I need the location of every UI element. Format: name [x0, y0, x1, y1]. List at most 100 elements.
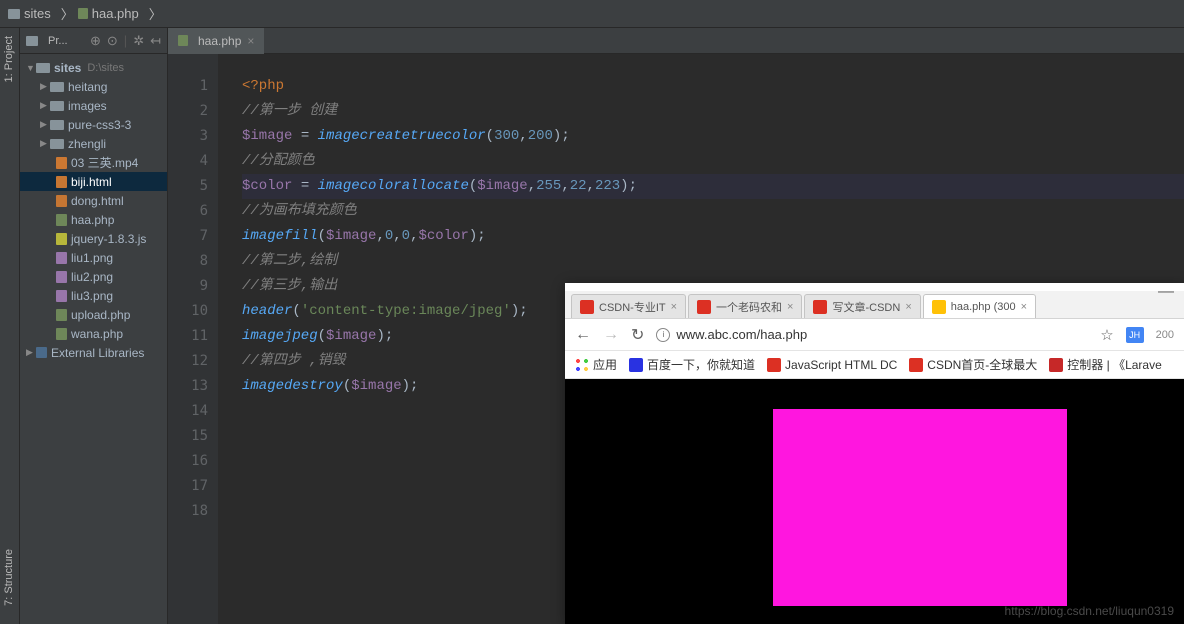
breadcrumb-file[interactable]: haa.php [92, 6, 139, 21]
file-icon [56, 176, 67, 188]
bookmark-item[interactable]: 控制器 | 《Larave [1049, 356, 1161, 373]
folder-label: zhengli [68, 137, 106, 151]
tree-file[interactable]: haa.php [20, 210, 167, 229]
tree-file[interactable]: upload.php [20, 305, 167, 324]
close-icon[interactable]: × [247, 34, 254, 48]
tree-folder[interactable]: ▶ heitang [20, 77, 167, 96]
favicon-icon [580, 300, 594, 314]
php-file-icon [178, 35, 188, 46]
collapse-icon[interactable]: ⊕ [90, 33, 101, 49]
tree-file[interactable]: wana.php [20, 324, 167, 343]
profile-badge[interactable]: JH [1126, 327, 1144, 343]
code-comment: //第四步 ,销毁 [242, 353, 346, 369]
code-comment: //第三步,输出 [242, 278, 337, 294]
file-label: jquery-1.8.3.js [71, 232, 146, 246]
back-button[interactable]: ← [575, 326, 591, 344]
tree-root[interactable]: ▼ sites D:\sites [20, 58, 167, 77]
project-tree: ▼ sites D:\sites ▶ heitang ▶ images ▶ pure-cs… [20, 54, 167, 366]
browser-tabstrip: CSDN-专业IT×一个老码农和×写文章-CSDN×haa.php (300× [565, 291, 1184, 319]
forward-button[interactable]: → [603, 326, 619, 344]
file-icon [56, 309, 67, 321]
file-label: upload.php [71, 308, 130, 322]
url-field[interactable]: i www.abc.com/haa.php [656, 327, 1088, 342]
code-comment: //为画布填充颜色 [242, 203, 357, 219]
close-icon[interactable]: × [671, 301, 677, 313]
editor-tab[interactable]: haa.php × [168, 28, 264, 54]
tab-title: haa.php (300 [951, 301, 1016, 313]
external-libs-label: External Libraries [51, 346, 144, 360]
folder-label: heitang [68, 80, 107, 94]
rendered-image [773, 409, 1067, 606]
file-icon [56, 233, 67, 245]
browser-tab[interactable]: 写文章-CSDN× [804, 294, 920, 318]
bookmark-item[interactable]: 百度一下，你就知道 [629, 356, 755, 373]
file-label: dong.html [71, 194, 124, 208]
browser-tab[interactable]: haa.php (300 × [923, 294, 1036, 318]
folder-label: pure-css3-3 [68, 118, 131, 132]
project-label: Pr... [48, 35, 68, 47]
browser-tab[interactable]: 一个老码农和× [688, 294, 802, 318]
code-token: <?php [242, 78, 284, 94]
reload-button[interactable]: ↻ [631, 325, 644, 345]
close-icon[interactable]: × [1021, 301, 1027, 313]
tree-file[interactable]: jquery-1.8.3.js [20, 229, 167, 248]
tree-file[interactable]: liu2.png [20, 267, 167, 286]
code-comment: //分配颜色 [242, 153, 315, 169]
breadcrumb-root[interactable]: sites [24, 6, 51, 21]
expand-arrow-icon[interactable]: ▶ [26, 347, 36, 358]
expand-arrow-icon[interactable]: ▶ [40, 138, 50, 149]
expand-arrow-icon[interactable]: ▶ [40, 100, 50, 111]
file-label: wana.php [71, 327, 123, 341]
favicon-icon [1049, 358, 1063, 372]
bookmark-star-icon[interactable]: ☆ [1100, 326, 1113, 344]
tab-title: CSDN-专业IT [599, 299, 666, 315]
apps-button[interactable]: 应用 [575, 356, 617, 373]
file-label: liu3.png [71, 289, 113, 303]
file-label: liu2.png [71, 270, 113, 284]
browser-viewport: https://blog.csdn.net/liuqun0319 [565, 379, 1184, 624]
tree-file[interactable]: liu1.png [20, 248, 167, 267]
close-icon[interactable]: × [905, 301, 911, 313]
browser-tab[interactable]: CSDN-专业IT × [571, 294, 686, 318]
left-tool-rail: 1: Project 7: Structure [0, 28, 20, 624]
favicon-icon [813, 300, 827, 314]
tree-folder[interactable]: ▶ zhengli [20, 134, 167, 153]
project-tool-button[interactable]: 1: Project [0, 28, 18, 90]
tree-file[interactable]: biji.html [20, 172, 167, 191]
gear-icon[interactable]: ✲ [133, 33, 144, 49]
project-panel-header: Pr... ⊕ ⊙ | ✲ ↤ [20, 28, 167, 54]
expand-arrow-icon[interactable]: ▼ [26, 63, 36, 73]
tree-file[interactable]: 03 三英.mp4 [20, 153, 167, 172]
file-icon [56, 290, 67, 302]
folder-label: images [68, 99, 107, 113]
url-text: www.abc.com/haa.php [676, 327, 807, 342]
bookmark-item[interactable]: JavaScript HTML DC [767, 358, 897, 372]
bookmark-item[interactable]: CSDN首页-全球最大 [909, 356, 1037, 373]
bookmarks-bar: 应用 百度一下，你就知道 JavaScript HTML DC CSDN首页-全… [565, 351, 1184, 379]
tree-file[interactable]: liu3.png [20, 286, 167, 305]
tree-root-path: D:\sites [87, 62, 124, 74]
expand-arrow-icon[interactable]: ▶ [40, 81, 50, 92]
file-label: liu1.png [71, 251, 113, 265]
library-icon [36, 347, 47, 358]
chevron-right-icon: 〉 [61, 4, 74, 23]
external-libraries[interactable]: ▶ External Libraries [20, 343, 167, 362]
line-gutter: 123456789101112131415161718 [168, 54, 218, 624]
minimize-icon[interactable]: — [1156, 283, 1176, 291]
folder-icon [50, 139, 64, 149]
breadcrumb-bar: sites 〉 haa.php 〉 [0, 0, 1184, 28]
tree-folder[interactable]: ▶ pure-css3-3 [20, 115, 167, 134]
structure-tool-button[interactable]: 7: Structure [0, 541, 18, 614]
expand-arrow-icon[interactable]: ▶ [40, 119, 50, 130]
info-icon[interactable]: i [656, 328, 670, 342]
close-icon[interactable]: × [787, 301, 793, 313]
target-icon[interactable]: ⊙ [107, 33, 118, 49]
tree-folder[interactable]: ▶ images [20, 96, 167, 115]
hide-icon[interactable]: ↤ [150, 33, 161, 49]
apps-icon [575, 358, 589, 372]
folder-icon [50, 82, 64, 92]
browser-window: — CSDN-专业IT×一个老码农和×写文章-CSDN×haa.php (300… [565, 283, 1184, 624]
favicon-icon [697, 300, 711, 314]
favicon-icon [629, 358, 643, 372]
tree-file[interactable]: dong.html [20, 191, 167, 210]
